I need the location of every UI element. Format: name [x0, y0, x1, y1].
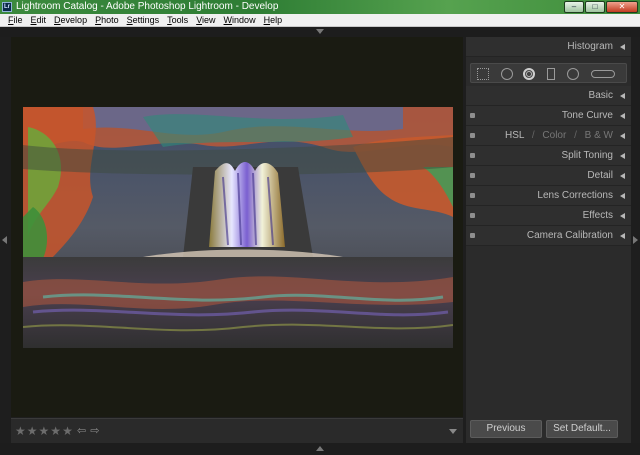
bottom-panel-strip	[0, 443, 640, 455]
panel-toggle-switch-icon[interactable]	[470, 233, 475, 238]
menu-view[interactable]: View	[192, 14, 219, 26]
maximize-button[interactable]: □	[585, 1, 605, 13]
photo-preview[interactable]	[23, 107, 453, 348]
show-filmstrip-icon[interactable]	[316, 446, 324, 451]
grid-overlay-icon[interactable]	[477, 68, 489, 80]
collapse-triangle-icon	[620, 44, 625, 50]
star-icon[interactable]: ★	[27, 425, 38, 437]
star-rating[interactable]: ★ ★ ★ ★ ★	[15, 425, 73, 437]
collapse-triangle-icon	[620, 153, 625, 159]
hsl-separator: /	[531, 130, 535, 141]
crop-icon[interactable]	[501, 68, 513, 80]
window-controls: – □ ✕	[564, 1, 638, 13]
next-photo-arrow-icon[interactable]: ⇨	[90, 425, 99, 437]
star-icon[interactable]: ★	[39, 425, 50, 437]
radial-filter-icon[interactable]	[567, 68, 579, 80]
lightroom-app-icon: Lr	[2, 2, 12, 12]
panel-tone-curve[interactable]: Tone Curve	[466, 106, 631, 126]
star-icon[interactable]: ★	[15, 425, 26, 437]
basic-label: Basic	[588, 90, 613, 101]
collapse-triangle-icon	[620, 213, 625, 219]
panel-split-toning[interactable]: Split Toning	[466, 146, 631, 166]
panel-toggle-switch-icon[interactable]	[470, 113, 475, 118]
top-panel-strip	[0, 27, 640, 37]
menu-tools[interactable]: Tools	[163, 14, 192, 26]
previous-photo-arrow-icon[interactable]: ⇦	[77, 425, 86, 437]
collapse-triangle-icon	[620, 113, 625, 119]
menu-help[interactable]: Help	[260, 14, 287, 26]
graduated-filter-icon[interactable]	[547, 68, 555, 80]
menu-photo[interactable]: Photo	[91, 14, 123, 26]
panel-detail[interactable]: Detail	[466, 166, 631, 186]
spot-removal-icon[interactable]	[523, 68, 535, 80]
hsl-label[interactable]: HSL	[505, 130, 524, 141]
panel-toggle-switch-icon[interactable]	[470, 213, 475, 218]
minimize-button[interactable]: –	[564, 1, 584, 13]
panel-toggle-switch-icon[interactable]	[470, 173, 475, 178]
toolbar-menu-chevron-down-icon[interactable]	[449, 429, 457, 434]
hsl-separator: /	[574, 130, 577, 141]
develop-toolbar: ★ ★ ★ ★ ★ ⇦ ⇨	[11, 418, 463, 443]
show-left-panel-icon[interactable]	[2, 236, 7, 244]
collapse-triangle-icon	[620, 193, 625, 199]
bw-label[interactable]: B & W	[585, 130, 613, 141]
menu-edit[interactable]: Edit	[27, 14, 51, 26]
collapse-triangle-icon	[620, 233, 625, 239]
menu-develop[interactable]: Develop	[50, 14, 91, 26]
show-top-panel-icon[interactable]	[316, 29, 324, 34]
window-title: Lightroom Catalog - Adobe Photoshop Ligh…	[16, 1, 279, 12]
menu-settings[interactable]: Settings	[123, 14, 164, 26]
panel-lens-corrections[interactable]: Lens Corrections	[466, 186, 631, 206]
panel-toggle-switch-icon[interactable]	[470, 193, 475, 198]
panel-effects[interactable]: Effects	[466, 206, 631, 226]
show-right-panel-icon[interactable]	[633, 236, 638, 244]
panel-toggle-switch-icon[interactable]	[470, 133, 475, 138]
panel-button-row: Previous Set Default...	[466, 420, 631, 440]
tool-strip	[470, 63, 627, 83]
previous-button[interactable]: Previous	[470, 420, 542, 438]
collapse-triangle-icon	[620, 133, 625, 139]
effects-label: Effects	[582, 210, 613, 221]
detail-label: Detail	[587, 170, 613, 181]
menu-window[interactable]: Window	[220, 14, 260, 26]
star-icon[interactable]: ★	[50, 425, 61, 437]
waterfall-photo-image	[23, 107, 453, 348]
histogram-label: Histogram	[567, 41, 613, 52]
adjustment-brush-icon[interactable]	[591, 70, 615, 78]
panel-hsl[interactable]: HSL / Color / B & W	[466, 126, 631, 146]
collapse-triangle-icon	[620, 173, 625, 179]
split-toning-label: Split Toning	[561, 150, 613, 161]
tone-curve-label: Tone Curve	[561, 110, 613, 121]
collapse-triangle-icon	[620, 93, 625, 99]
panel-histogram[interactable]: Histogram	[466, 37, 631, 57]
panel-basic[interactable]: Basic	[466, 86, 631, 106]
right-panel: Histogram Basic Tone Curve HSL / Color /…	[466, 37, 631, 443]
image-canvas[interactable]	[11, 37, 463, 417]
panel-toggle-switch-icon[interactable]	[470, 153, 475, 158]
panel-camera-calibration[interactable]: Camera Calibration	[466, 226, 631, 246]
menu-bar: File Edit Develop Photo Settings Tools V…	[0, 14, 640, 27]
lens-corrections-label: Lens Corrections	[537, 190, 613, 201]
menu-file[interactable]: File	[4, 14, 27, 26]
window-titlebar: Lr Lightroom Catalog - Adobe Photoshop L…	[0, 0, 640, 14]
star-icon[interactable]: ★	[62, 425, 73, 437]
camera-calibration-label: Camera Calibration	[526, 230, 613, 241]
close-button[interactable]: ✕	[606, 1, 638, 13]
navigation-arrows: ⇦ ⇨	[77, 425, 99, 437]
color-label[interactable]: Color	[542, 130, 566, 141]
set-default-button[interactable]: Set Default...	[546, 420, 618, 438]
